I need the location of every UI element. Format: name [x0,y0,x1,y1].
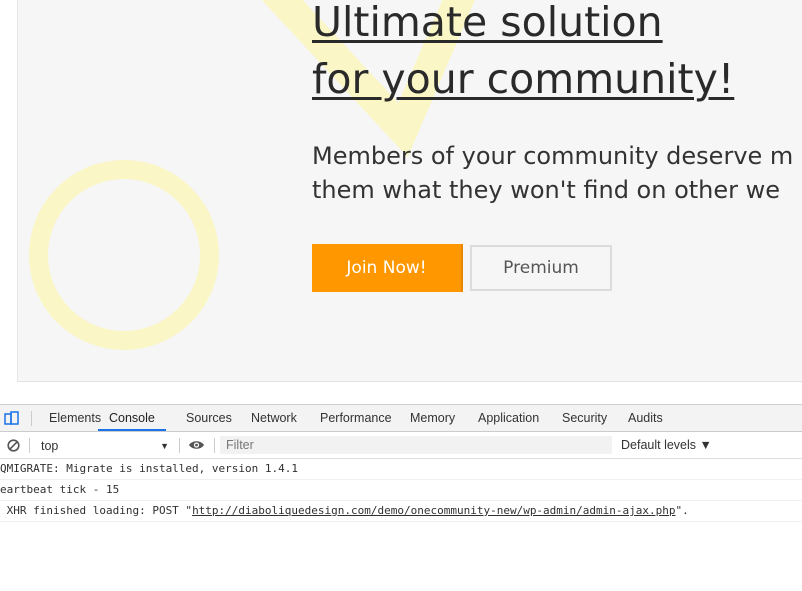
devtools-tab-bar: Elements Console Sources Network Perform… [0,405,802,432]
toolbar-separator [29,438,30,453]
tab-console[interactable]: Console [98,405,166,431]
tab-sources[interactable]: Sources [186,405,232,431]
hero-title-line-2: for your community! [312,55,735,103]
hero-section: Ultimate solution for your community! Me… [17,0,802,382]
hero-title-line-1: Ultimate solution [312,0,663,46]
clear-console-icon[interactable] [7,439,20,452]
console-output: QMIGRATE: Migrate is installed, version … [0,459,802,522]
context-selector[interactable]: top ▼ [35,437,172,453]
tab-memory[interactable]: Memory [410,405,455,431]
premium-button[interactable]: Premium [470,245,612,291]
website-viewport: Ultimate solution for your community! Me… [0,0,802,404]
console-message: QMIGRATE: Migrate is installed, version … [0,459,802,480]
toolbar-separator [179,438,180,453]
tab-performance[interactable]: Performance [320,405,392,431]
console-message-text: QMIGRATE: Migrate is installed, version … [0,462,299,475]
eye-icon[interactable] [188,439,205,451]
console-toolbar: top ▼ Default levels ▼ [0,432,802,459]
device-toggle-icon[interactable] [4,411,19,425]
console-message-suffix: ". [675,504,689,517]
tab-security[interactable]: Security [562,405,607,431]
hero-subtitle-line-1: Members of your community deserve m [312,142,794,170]
tab-elements[interactable]: Elements [49,405,101,431]
tab-separator [31,411,32,426]
chevron-down-icon: ▼ [160,441,169,451]
console-message-text: eartbeat tick - 15 [0,483,120,496]
console-message: XHR finished loading: POST "http://diabo… [0,501,802,522]
filter-input[interactable] [220,436,612,454]
tab-network[interactable]: Network [251,405,297,431]
hero-title: Ultimate solution for your community! [312,0,734,108]
console-message-link[interactable]: http://diaboliquedesign.com/demo/onecomm… [192,504,675,517]
tab-audits[interactable]: Audits [628,405,663,431]
tab-application[interactable]: Application [478,405,539,431]
join-now-button[interactable]: Join Now! [312,244,461,292]
devtools-panel: Elements Console Sources Network Perform… [0,404,802,591]
log-levels-dropdown[interactable]: Default levels ▼ [621,438,712,452]
console-message-prefix: XHR finished loading: POST " [0,504,193,517]
hero-subtitle: Members of your community deserve m them… [312,139,793,207]
toolbar-separator [214,438,215,453]
hero-subtitle-line-2: them what they won't find on other we [312,176,781,204]
context-selector-value: top [41,439,59,453]
console-message: eartbeat tick - 15 [0,480,802,501]
